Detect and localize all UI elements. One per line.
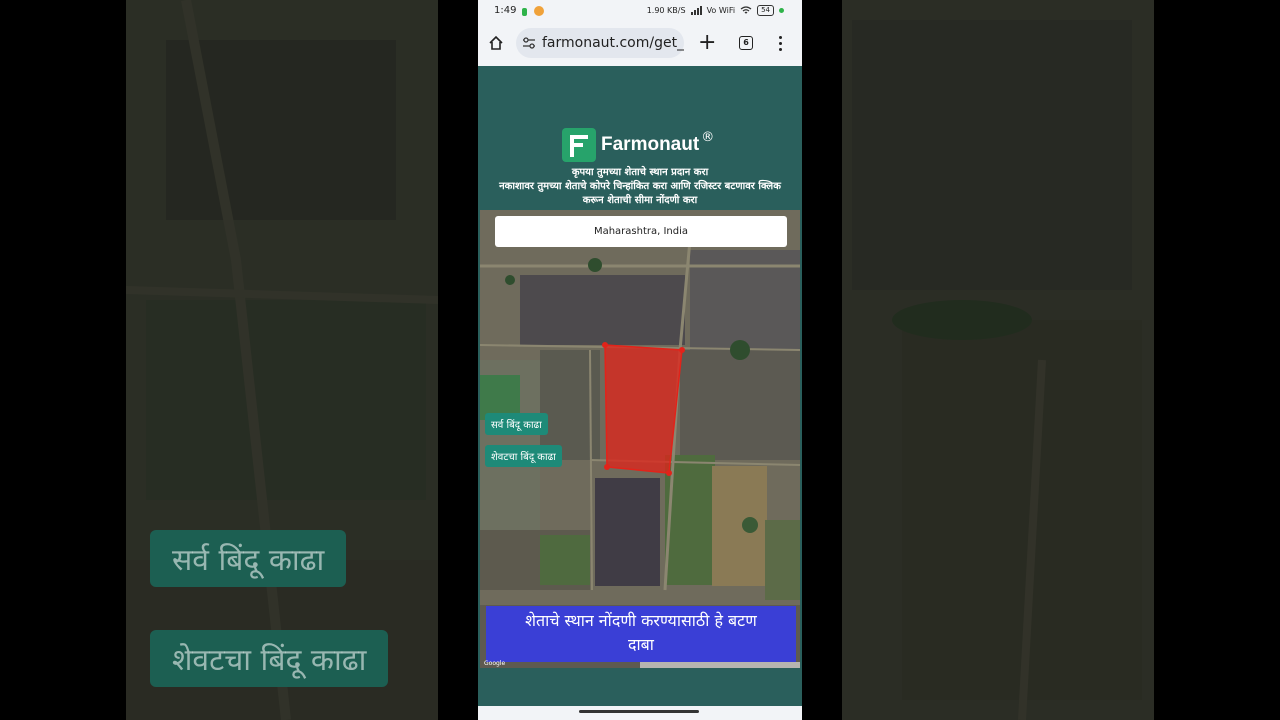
registered-mark: ®: [701, 129, 715, 145]
status-right-icons: 1.90 KB/S Vo WiFi 54: [647, 5, 784, 16]
background-chip-remove-last: शेवटचा बिंदू काढा: [150, 630, 389, 687]
instruction-line-2: नकाशावर तुमच्या शेताचे कोपरे चिन्हांकित …: [499, 181, 781, 192]
background-dim: [126, 0, 438, 720]
google-logo: Google: [484, 660, 506, 667]
gesture-handle[interactable]: [579, 710, 699, 713]
signal-icon: [690, 6, 702, 15]
farmonaut-logo-icon: [562, 128, 596, 162]
status-time: 1:49: [494, 5, 517, 16]
status-indicator-icon: [522, 8, 527, 16]
gesture-bar-area: [478, 706, 802, 720]
background-right-panel: [842, 0, 1154, 720]
satellite-map[interactable]: [480, 210, 800, 668]
phone-screen: 1:49 1.90 KB/S Vo WiFi 54 farmonaut.com/…: [478, 0, 802, 720]
field-corner-marker: [679, 347, 685, 353]
background-dim: [842, 0, 1154, 720]
clear-all-points-button[interactable]: सर्व बिंदू काढा: [485, 413, 548, 435]
overflow-menu-icon[interactable]: [779, 36, 783, 52]
wifi-label: Vo WiFi: [706, 6, 736, 15]
address-bar[interactable]: farmonaut.com/get_: [516, 28, 684, 58]
new-tab-icon[interactable]: +: [698, 32, 716, 54]
tab-switcher-icon[interactable]: 6: [739, 36, 753, 50]
home-icon[interactable]: [488, 35, 504, 51]
net-speed: 1.90 KB/S: [646, 6, 686, 15]
url-text: farmonaut.com/get_: [541, 35, 684, 51]
battery-icon: 54: [757, 5, 774, 16]
map-attribution: [640, 662, 800, 668]
instruction-line-1: कृपया तुमच्या शेताचे स्थान प्रदान करा: [571, 167, 709, 178]
instructions: कृपया तुमच्या शेताचे स्थान प्रदान करा नक…: [478, 166, 802, 208]
background-chip-clear-all: सर्व बिंदू काढा: [150, 530, 347, 587]
wifi-icon: [740, 6, 752, 14]
field-boundary-polygon: [604, 344, 683, 474]
browser-toolbar: farmonaut.com/get_ + 6: [478, 22, 802, 66]
privacy-dot-icon: [779, 8, 784, 13]
background-left-panel: सर्व बिंदू काढा शेवटचा बिंदू काढा: [126, 0, 438, 720]
register-button-line-1: शेताचे स्थान नोंदणी करण्यासाठी हे बटण: [525, 611, 757, 630]
farmonaut-logo: Farmonaut ®: [562, 128, 714, 162]
brand-name: Farmonaut: [601, 134, 700, 155]
register-button-line-2: दाबा: [628, 635, 654, 654]
status-bar: 1:49 1.90 KB/S Vo WiFi 54: [478, 0, 802, 22]
satellite-imagery[interactable]: [480, 210, 800, 668]
field-corner-marker: [604, 464, 610, 470]
field-corner-marker: [666, 470, 672, 476]
location-search-input[interactable]: Maharashtra, India: [495, 216, 787, 247]
register-field-button[interactable]: शेताचे स्थान नोंदणी करण्यासाठी हे बटण दा…: [486, 606, 796, 662]
site-settings-icon[interactable]: [522, 36, 536, 50]
remove-last-point-button[interactable]: शेवटचा बिंदू काढा: [485, 445, 562, 467]
notification-icon: [534, 6, 544, 16]
instruction-line-3: करून शेताची सीमा नोंदणी करा: [582, 195, 698, 206]
field-corner-marker: [602, 342, 608, 348]
